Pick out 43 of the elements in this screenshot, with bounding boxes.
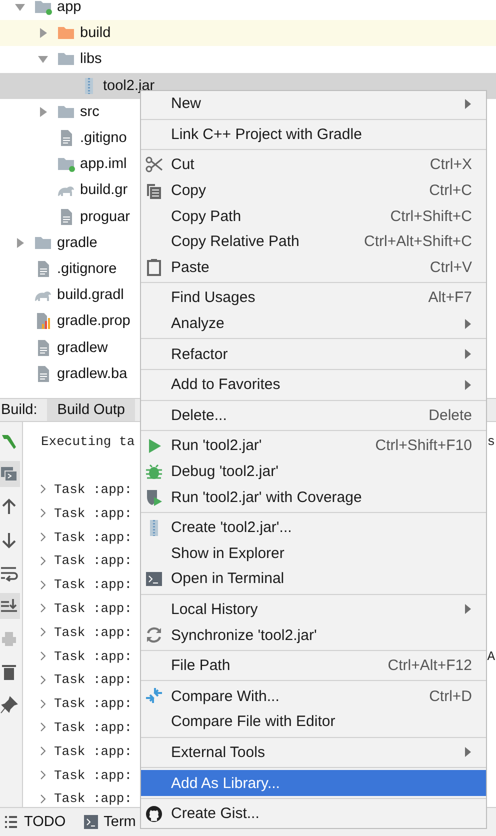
- tree-label: build.gradl: [57, 287, 124, 304]
- shortcut-label: Ctrl+C: [429, 182, 472, 200]
- tree-label: app: [57, 0, 82, 16]
- tree-label: proguar: [80, 208, 130, 225]
- console-line: Task :app:: [54, 506, 132, 521]
- tree-label: .gitignore: [57, 260, 117, 277]
- tree-label: .gitigno: [80, 130, 127, 146]
- tree-label: gradle.prop: [57, 313, 130, 330]
- console-text: s: [487, 434, 495, 450]
- console-line: Task :app:: [54, 791, 132, 806]
- console-line: Task :app:: [54, 696, 132, 712]
- console-line: Executing ta: [41, 434, 135, 450]
- shortcut-label: Alt+F7: [428, 289, 472, 306]
- shortcut-label: Ctrl+Alt+F12: [388, 657, 472, 674]
- shortcut-label: Ctrl+X: [430, 156, 472, 174]
- console-line: Task :app:: [54, 577, 132, 592]
- console-line: Task :app:: [54, 672, 132, 688]
- tree-label: gradlew.ba: [57, 366, 128, 382]
- console-line: Task :app:: [54, 553, 132, 568]
- console-line: Task :app:: [54, 530, 132, 545]
- console-text: A: [487, 648, 495, 664]
- tree-label: gradlew: [57, 340, 108, 356]
- shortcut-label: Ctrl+Alt+Shift+C: [364, 233, 472, 250]
- tree-label: libs: [80, 51, 102, 68]
- shortcut-label: Ctrl+Shift+F10: [375, 437, 472, 454]
- tree-label: build.gr: [80, 182, 128, 198]
- console-line: Task :app:: [54, 768, 132, 783]
- console-line: Task :app:: [54, 648, 132, 664]
- tree-label: gradle: [57, 234, 98, 251]
- shortcut-label: Ctrl+V: [430, 258, 472, 276]
- console-line: Task :app:: [54, 624, 132, 640]
- tree-label: tool2.jar: [103, 78, 155, 94]
- tree-label: src: [80, 104, 100, 120]
- console-line: Task :app:: [54, 600, 132, 616]
- tree-label: build: [80, 25, 111, 42]
- console-line: Task :app:: [54, 720, 132, 735]
- panel-title: Build:: [1, 401, 38, 420]
- console-line: Task :app:: [54, 744, 132, 759]
- console-line: Task :app:: [54, 482, 132, 497]
- shortcut-label: Delete: [428, 406, 472, 424]
- shortcut-label: Ctrl+Shift+C: [390, 208, 472, 225]
- shortcut-label: Ctrl+D: [429, 688, 472, 705]
- tree-label: app.iml: [80, 156, 127, 172]
